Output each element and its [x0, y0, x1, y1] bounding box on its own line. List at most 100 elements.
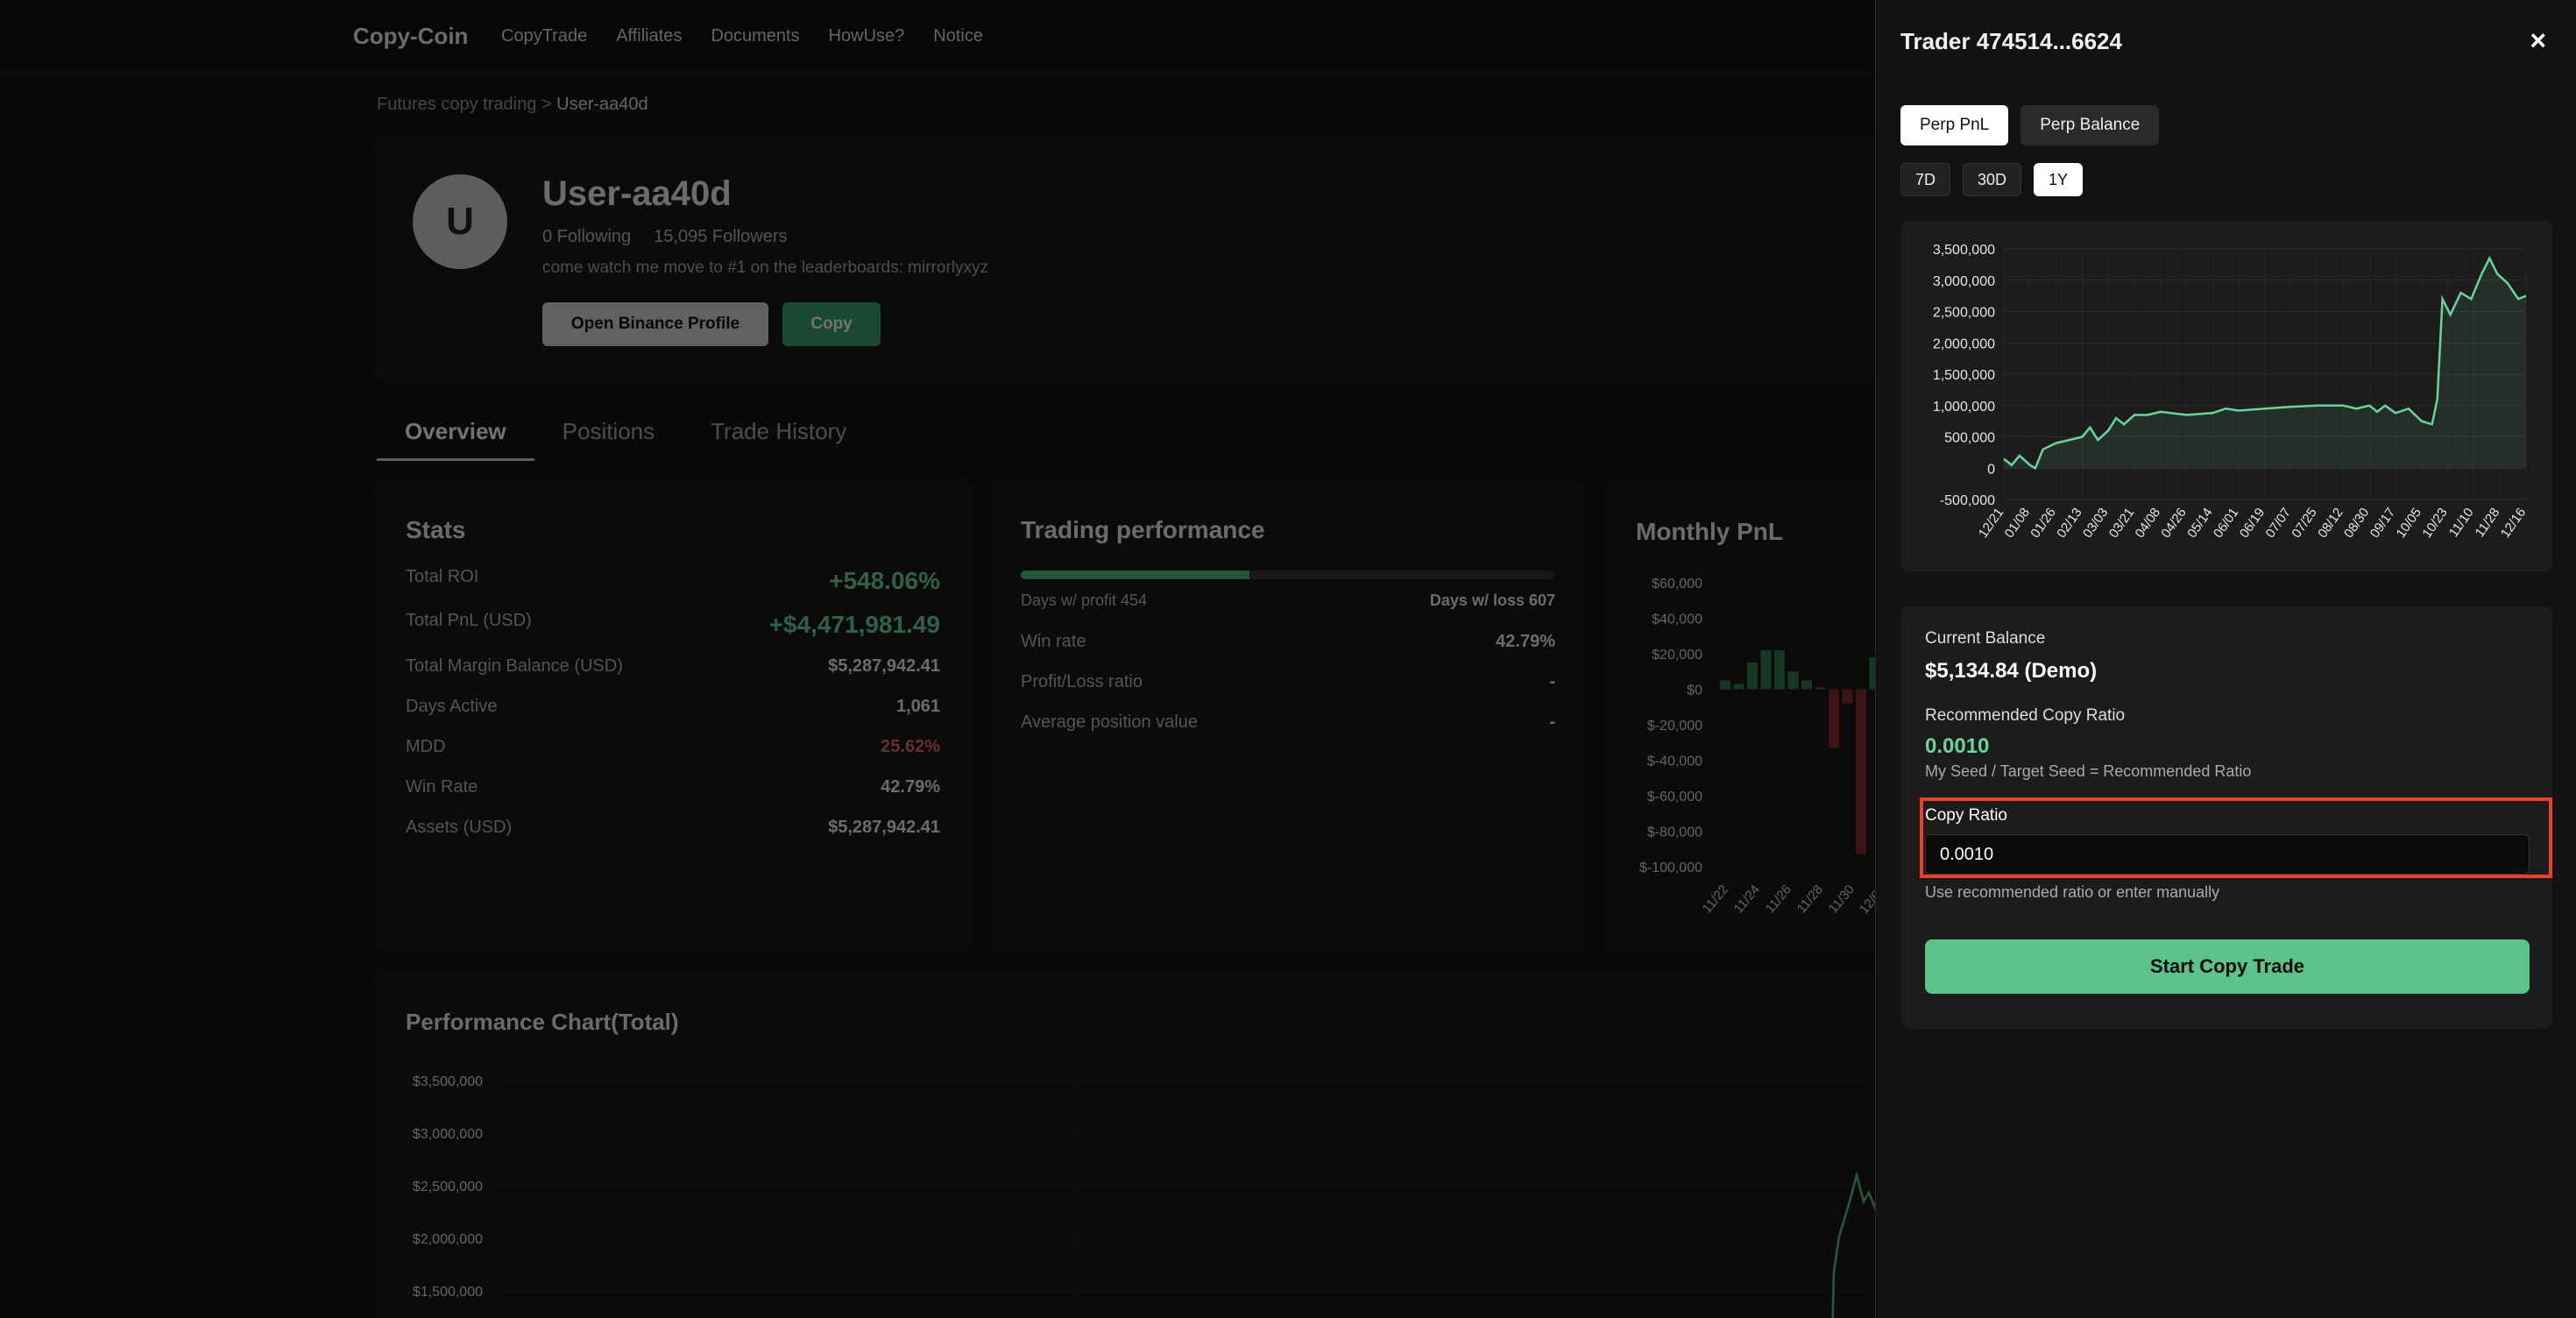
monthly-bar [1801, 680, 1812, 690]
profile-bio: come watch me move to #1 on the leaderbo… [542, 259, 988, 277]
stat-label: Win Rate [406, 777, 478, 797]
stat-label: Win rate [1021, 632, 1086, 651]
y-tick-label: $2,500,000 [413, 1180, 483, 1194]
days-row: Days w/ profit 454 Days w/ loss 607 [1021, 592, 1555, 610]
copy-button[interactable]: Copy [782, 302, 881, 346]
x-tick-label: 08/12 [2315, 506, 2346, 542]
recommended-ratio-value: 0.0010 [1925, 734, 1990, 758]
current-balance-value: $5,134.84 (Demo) [1925, 659, 2098, 683]
trading-performance-card: Trading performance Days w/ profit 454 D… [992, 482, 1584, 951]
tab-trade-history[interactable]: Trade History [683, 412, 874, 461]
stat-row: Assets (USD) $5,287,942.41 [406, 818, 940, 838]
stat-row: Total Margin Balance (USD) $5,287,942.41 [406, 656, 940, 677]
stat-row: MDD 25.62% [406, 737, 940, 757]
x-tick-label: 11/26 [1763, 882, 1794, 917]
stat-value: 42.79% [881, 777, 940, 797]
nav-link-howuse[interactable]: HowUse? [829, 26, 905, 46]
nav-link-affiliates[interactable]: Affiliates [616, 26, 682, 46]
monthly-bar [1842, 689, 1853, 704]
stat-row: Profit/Loss ratio - [1021, 672, 1555, 692]
pnl-chart-box: 3,500,000 3,000,000 2,500,000 2,000,000 1,50… [1900, 221, 2552, 571]
perp-balance-button[interactable]: Perp Balance [2020, 105, 2160, 145]
stat-row: Total ROI +548.06% [406, 567, 940, 595]
stat-label: Profit/Loss ratio [1021, 672, 1143, 691]
stat-value: +548.06% [829, 567, 940, 594]
chart-type-toggle: Perp PnL Perp Balance [1900, 105, 2160, 145]
stat-row: Win Rate 42.79% [406, 777, 940, 797]
time-range-toggle: 7D 30D 1Y [1900, 163, 2084, 196]
y-tick-label: 500,000 [1944, 431, 1995, 446]
x-tick-label: 04/26 [2158, 506, 2189, 542]
stat-label: Days Active [406, 697, 498, 716]
stat-row: Average position value - [1021, 712, 1555, 733]
x-tick-label: 07/25 [2289, 506, 2319, 542]
breadcrumb: Futures copy trading > User-aa40d [377, 95, 648, 115]
x-tick-label: 03/03 [2080, 506, 2111, 542]
x-tick-label: 11/28 [2473, 506, 2503, 541]
profile-name: User-aa40d [542, 174, 732, 213]
monthly-bar [1760, 649, 1772, 690]
monthly-bar [1856, 689, 1866, 854]
y-tick-label: 3,000,000 [1933, 274, 1995, 289]
monthly-bar [1720, 680, 1730, 690]
start-copy-trade-button[interactable]: Start Copy Trade [1925, 939, 2530, 994]
tab-positions[interactable]: Positions [534, 412, 683, 461]
stat-label: Total PnL (USD) [406, 611, 532, 630]
y-tick-label: $60,000 [1652, 577, 1702, 592]
y-tick-label: 1,000,000 [1933, 400, 1995, 415]
open-binance-profile-button[interactable]: Open Binance Profile [542, 302, 768, 346]
x-tick-label: 10/23 [2419, 506, 2450, 542]
nav-link-documents[interactable]: Documents [711, 26, 799, 46]
range-1y-button[interactable]: 1Y [2034, 163, 2084, 196]
stat-value: +$4,471,981.49 [768, 611, 940, 638]
range-30d-button[interactable]: 30D [1963, 163, 2022, 196]
range-7d-button[interactable]: 7D [1900, 163, 1951, 196]
stat-value: $5,287,942.41 [828, 656, 940, 676]
x-tick-label: 12/16 [2498, 506, 2529, 542]
recommended-ratio-hint: My Seed / Target Seed = Recommended Rati… [1925, 762, 2252, 780]
perp-pnl-button[interactable]: Perp PnL [1900, 105, 2009, 145]
x-tick-label: 07/07 [2263, 506, 2294, 542]
stat-label: Total ROI [406, 567, 479, 586]
stat-value: 25.62% [881, 737, 940, 756]
y-tick-label: 3,500,000 [1933, 243, 1995, 258]
follow-counts: 0 Following 15,095 Followers [542, 227, 787, 247]
stat-label: Assets (USD) [406, 818, 513, 837]
y-tick-label: 2,500,000 [1933, 306, 1995, 321]
y-tick-label: 2,000,000 [1933, 337, 1995, 351]
performance-chart-card: Performance Chart(Total) $3,500,000 $3,00… [377, 973, 1885, 1318]
breadcrumb-parent[interactable]: Futures copy trading [377, 95, 536, 114]
y-tick-label: $-80,000 [1647, 826, 1702, 840]
stat-label: Total Margin Balance (USD) [406, 656, 623, 676]
stat-row: Win rate 42.79% [1021, 632, 1555, 652]
current-balance-label: Current Balance [1925, 629, 2046, 648]
panel-title: Trader 474514...6624 [1900, 28, 2122, 54]
stat-value: 42.79% [1496, 632, 1555, 651]
stat-row: Total PnL (USD) +$4,471,981.49 [406, 611, 940, 639]
y-tick-label: $0 [1687, 684, 1702, 698]
y-tick-label: $20,000 [1652, 648, 1702, 663]
y-tick-label: $2,000,000 [413, 1232, 483, 1247]
nav-link-copytrade[interactable]: CopyTrade [501, 26, 587, 46]
monthly-bar [1733, 684, 1744, 690]
x-tick-label: 11/28 [1794, 882, 1826, 917]
monthly-bar [1829, 689, 1839, 748]
stat-row: Days Active 1,061 [406, 697, 940, 717]
profile-card: U User-aa40d 0 Following 15,095 Follower… [377, 138, 1884, 379]
y-tick-label: 1,500,000 [1933, 368, 1995, 383]
followers-count: 15,095 Followers [654, 227, 788, 246]
profit-days-label: Days w/ profit 454 [1021, 592, 1148, 609]
close-icon[interactable]: × [2530, 25, 2546, 57]
y-tick-label: $-20,000 [1647, 719, 1702, 733]
copy-ratio-input[interactable] [1925, 834, 2530, 875]
performance-chart-title: Performance Chart(Total) [406, 1009, 679, 1035]
x-tick-label: 03/21 [2106, 506, 2137, 542]
y-tick-label: $-100,000 [1639, 861, 1702, 875]
nav-link-notice[interactable]: Notice [933, 26, 983, 46]
copy-ratio-hint: Use recommended ratio or enter manually [1925, 883, 2220, 901]
copy-config-box: Current Balance $5,134.84 (Demo) Recomme… [1900, 606, 2552, 1029]
x-tick-label: 05/14 [2184, 506, 2215, 542]
brand-logo[interactable]: Copy-Coin [353, 23, 468, 50]
x-tick-label: 11/10 [2446, 506, 2477, 541]
tab-overview[interactable]: Overview [377, 412, 534, 461]
